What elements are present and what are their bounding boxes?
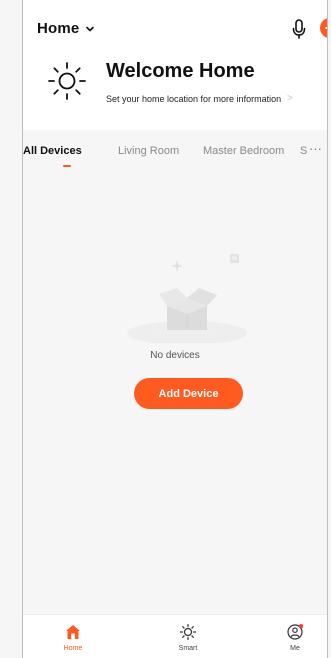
app-content: Home Welcome Home Set your home location… <box>23 0 327 658</box>
nav-smart[interactable]: Smart <box>168 623 208 657</box>
empty-box-icon <box>127 254 247 343</box>
profile-icon <box>287 624 304 640</box>
chevron-right-icon: > <box>287 93 293 104</box>
nav-home-label: Home <box>63 645 83 652</box>
nav-me-label: Me <box>290 645 300 652</box>
more-tabs-icon[interactable]: ··· <box>309 141 322 156</box>
active-tab-indicator <box>63 165 71 167</box>
microphone-icon[interactable] <box>290 17 308 41</box>
room-tabs: All Devices Living Room Master Bedroom S… <box>23 130 327 174</box>
tab-living-room[interactable]: Living Room <box>118 145 179 157</box>
empty-state-text: No devices <box>150 350 200 361</box>
welcome-subtitle: Set your home location for more informat… <box>106 93 282 104</box>
welcome-banner: Welcome Home Set your home location for … <box>23 58 327 130</box>
home-icon <box>66 625 80 639</box>
tab-partial[interactable]: S <box>300 145 307 157</box>
add-icon[interactable] <box>320 18 327 38</box>
smart-sun-icon <box>179 623 197 641</box>
chevron-down-icon <box>86 26 95 32</box>
phone-screen: Home Welcome Home Set your home location… <box>0 0 331 658</box>
nav-me[interactable]: Me <box>275 623 315 657</box>
nav-smart-label: Smart <box>178 645 198 652</box>
sun-icon <box>48 62 86 100</box>
nav-home[interactable]: Home <box>53 623 93 657</box>
set-home-location-link[interactable]: Set your home location for more informat… <box>106 93 293 104</box>
home-selector[interactable]: Home <box>37 20 95 37</box>
add-device-button[interactable]: Add Device <box>134 378 243 409</box>
bottom-navigation: Home Smart Me <box>23 614 327 658</box>
tab-master-bedroom[interactable]: Master Bedroom <box>203 145 284 157</box>
tab-all-devices[interactable]: All Devices <box>23 145 82 157</box>
welcome-title: Welcome Home <box>106 60 255 82</box>
right-frame-line <box>327 0 328 658</box>
home-title: Home <box>37 20 80 37</box>
top-bar: Home <box>23 0 327 58</box>
